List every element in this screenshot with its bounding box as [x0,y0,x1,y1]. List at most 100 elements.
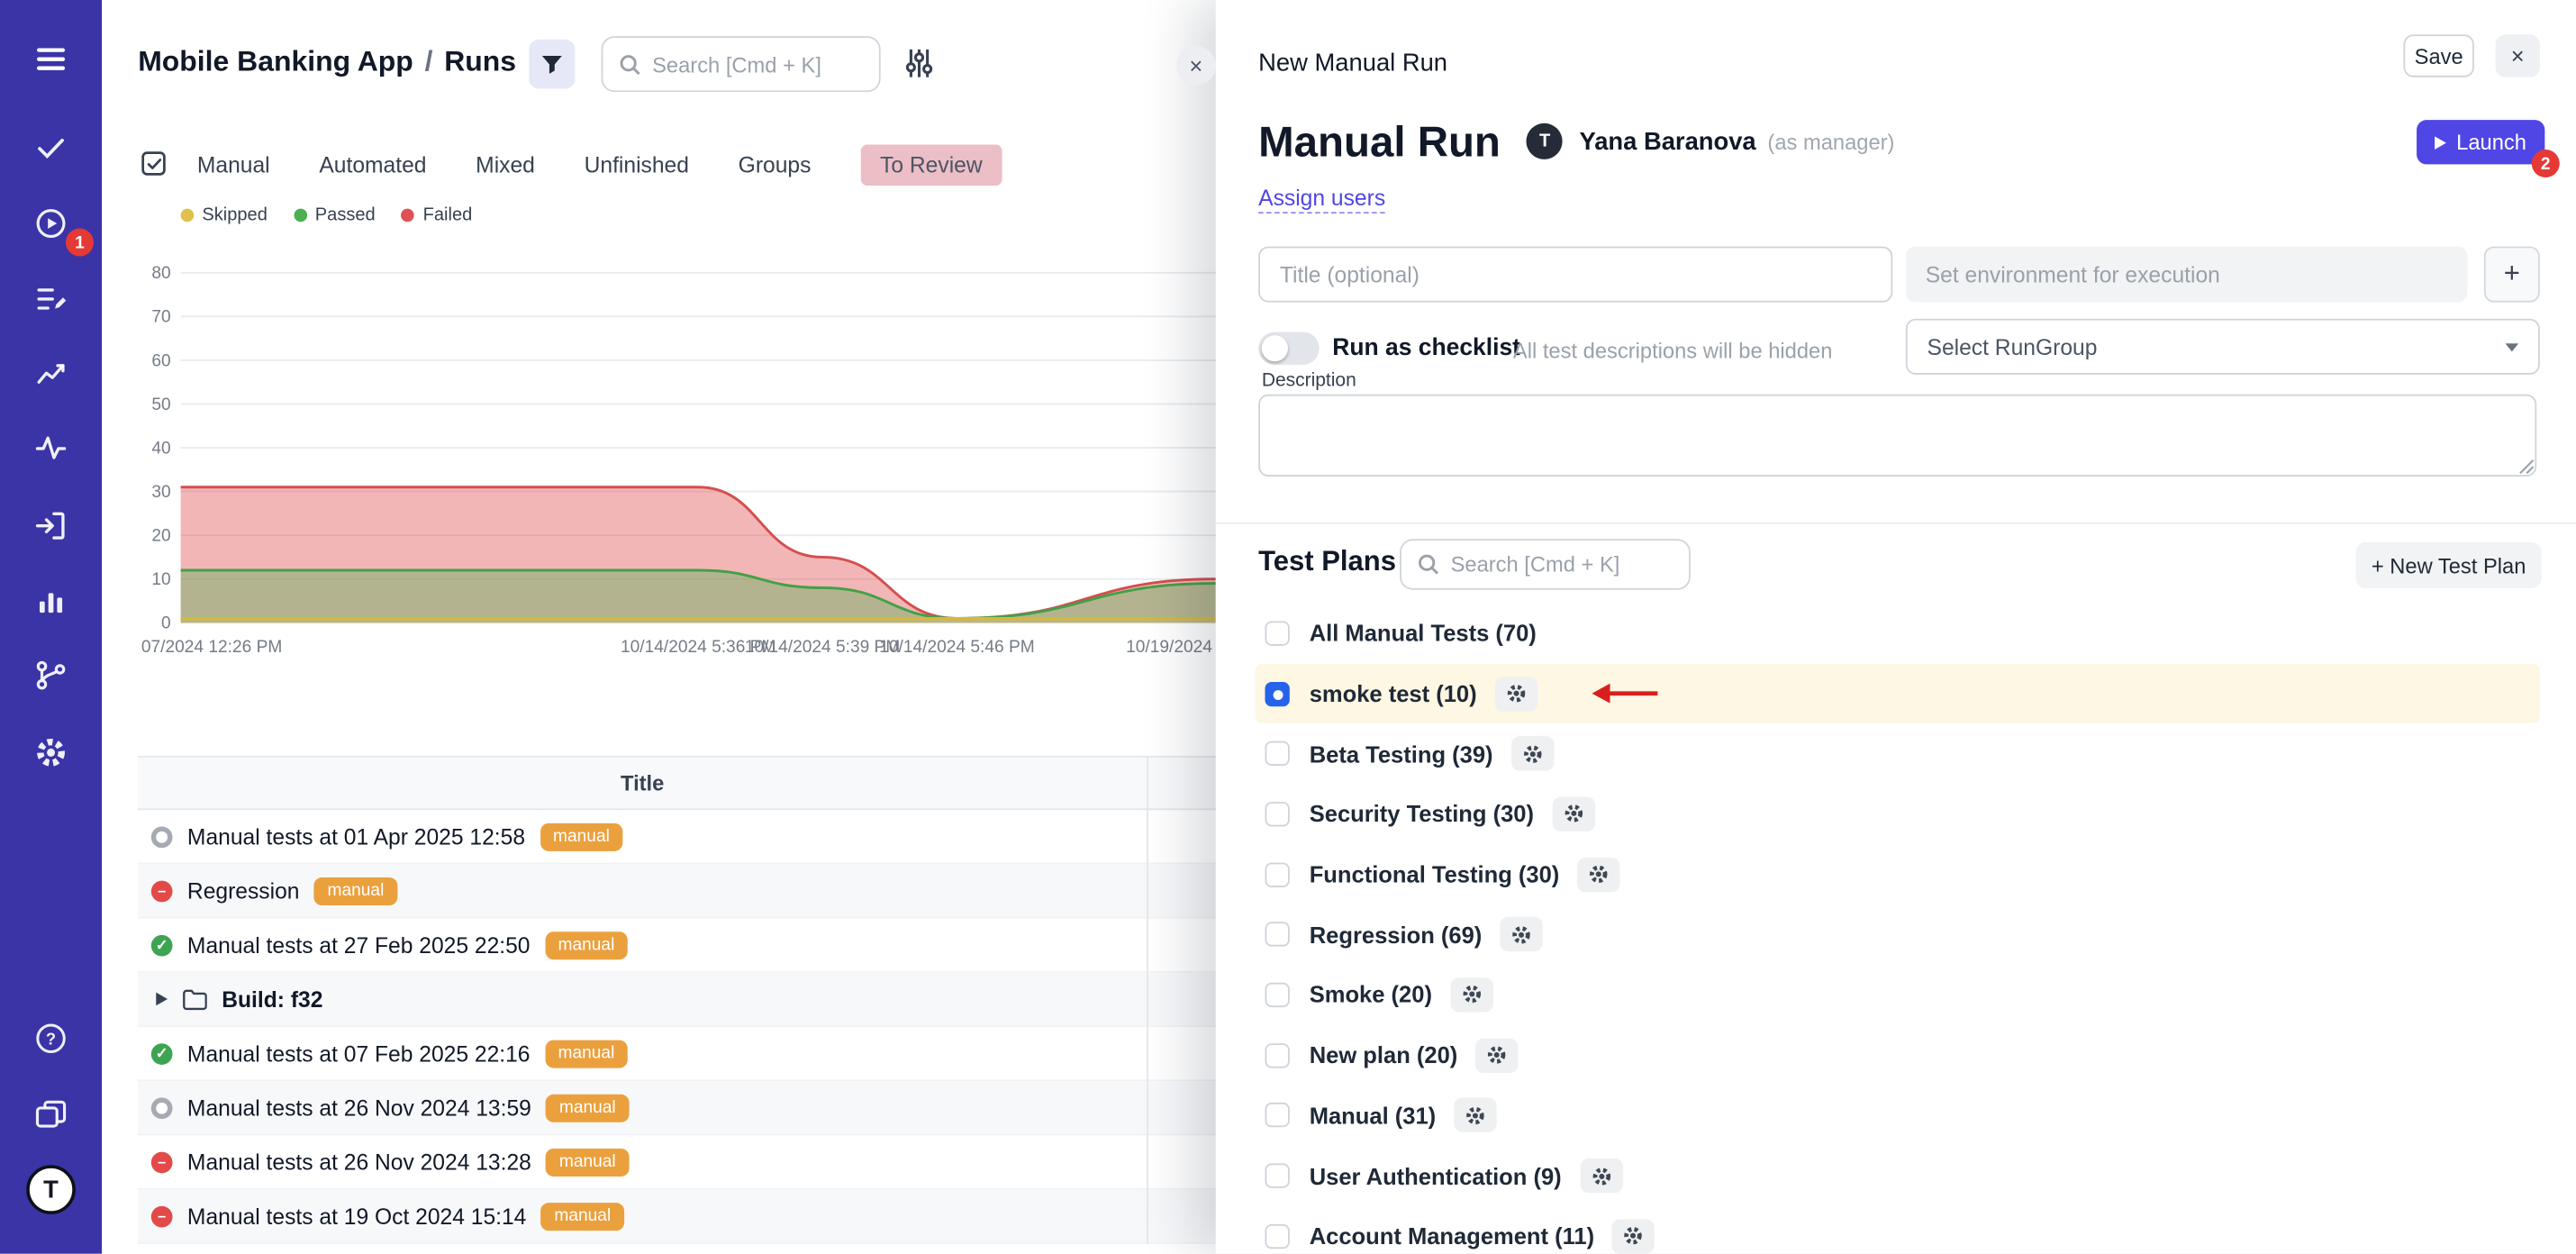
new-test-plan-button[interactable]: + New Test Plan [2356,542,2542,588]
test-plan-label[interactable]: Manual (31) [1310,1103,1436,1129]
runs-panel-close-button[interactable]: × [1176,46,1216,86]
run-title[interactable]: Manual tests at 07 Feb 2025 22:16 [187,1040,531,1065]
test-plan-settings-button[interactable] [1454,1098,1496,1132]
run-title[interactable]: Manual tests at 27 Feb 2025 22:50 [187,932,531,957]
reports-icon[interactable] [0,584,102,620]
test-plan-row[interactable]: Regression (69) [1256,904,2540,965]
menu-icon[interactable] [0,41,102,77]
stats-icon[interactable] [0,357,102,393]
save-button[interactable]: Save [2403,34,2473,77]
run-title[interactable]: Manual tests at 26 Nov 2024 13:59 [187,1095,531,1120]
test-plan-checkbox[interactable] [1265,741,1289,766]
test-plan-settings-button[interactable] [1475,1038,1518,1072]
test-plan-checkbox[interactable] [1265,862,1289,886]
test-plan-row[interactable]: Security Testing (30) [1256,784,2540,844]
run-title[interactable]: Manual tests at 19 Oct 2024 15:14 [187,1204,526,1228]
title-input[interactable] [1258,247,1892,303]
runs-icon[interactable] [0,281,102,317]
test-plan-settings-button[interactable] [1612,1219,1655,1253]
tab-manual[interactable]: Manual [197,153,270,177]
run-row[interactable]: Manual tests at 26 Nov 2024 13:59manual [138,1081,1258,1135]
test-plan-checkbox[interactable] [1265,1104,1289,1128]
test-plan-row[interactable]: Account Management (11) [1256,1206,2540,1254]
run-row[interactable]: Manual tests at 01 Apr 2025 12:58manual [138,810,1258,864]
tab-groups[interactable]: Groups [739,153,812,177]
test-plan-checkbox[interactable] [1265,1163,1289,1187]
test-plans-search-input[interactable] [1451,552,1664,577]
breadcrumb-project[interactable]: Mobile Banking App [138,44,413,77]
run-row[interactable]: –Manual tests at 26 Nov 2024 13:28manual [138,1135,1258,1189]
test-plan-row[interactable]: All Manual Tests (70) [1256,603,2540,663]
run-row[interactable]: –Manual tests at 19 Oct 2024 15:14manual [138,1190,1258,1244]
git-branch-icon[interactable] [0,658,102,694]
test-plan-label[interactable]: Beta Testing (39) [1310,741,1493,767]
tab-unfinished[interactable]: Unfinished [585,153,689,177]
run-title[interactable]: Manual tests at 01 Apr 2025 12:58 [187,824,525,849]
run-row[interactable]: ✓Manual tests at 27 Feb 2025 22:50manual [138,919,1258,973]
test-plan-label[interactable]: All Manual Tests (70) [1310,620,1537,646]
close-button[interactable]: × [2496,34,2540,77]
tab-automated[interactable]: Automated [319,153,426,177]
run-group-row[interactable]: Build: f32 [138,973,1258,1027]
test-plan-checkbox[interactable] [1265,1043,1289,1068]
projects-icon[interactable] [0,1096,102,1132]
test-plan-settings-button[interactable] [1577,857,1619,891]
test-plans-search[interactable] [1400,539,1691,590]
test-plan-row[interactable]: Manual (31) [1256,1086,2540,1146]
select-runs-icon[interactable] [141,151,168,186]
settings-icon[interactable] [0,734,102,770]
test-plan-settings-button[interactable] [1450,977,1492,1012]
sidebar-avatar[interactable]: T [26,1165,76,1214]
run-title[interactable]: Regression [187,878,300,903]
check-icon[interactable] [0,130,102,166]
environment-input[interactable] [1906,247,2468,303]
runs-search[interactable] [602,36,881,92]
test-plan-row[interactable]: New plan (20) [1256,1025,2540,1086]
activity-icon[interactable] [0,431,102,467]
test-plan-settings-button[interactable] [1500,917,1542,951]
test-plan-row[interactable]: Beta Testing (39) [1256,723,2540,784]
test-plan-settings-button[interactable] [1511,737,1554,771]
run-group-title[interactable]: Build: f32 [222,986,322,1011]
test-plan-label[interactable]: User Authentication (9) [1310,1163,1562,1189]
test-plan-checkbox[interactable] [1265,802,1289,826]
test-plan-row[interactable]: smoke test (10) [1256,663,2540,723]
sign-in-icon[interactable] [0,508,102,544]
test-plan-row[interactable]: Functional Testing (30) [1256,844,2540,904]
test-plan-row[interactable]: Smoke (20) [1256,965,2540,1025]
assign-users-link[interactable]: Assign users [1258,186,1385,214]
test-plan-checkbox[interactable] [1265,681,1289,705]
help-icon[interactable]: ? [0,1021,102,1057]
run-row[interactable]: –Regressionmanual [138,864,1258,918]
runs-search-input[interactable] [652,51,849,76]
launch-button[interactable]: Launch [2417,120,2544,164]
test-plan-label[interactable]: Regression (69) [1310,922,1483,948]
test-plan-label[interactable]: smoke test (10) [1310,680,1477,706]
svg-text:60: 60 [151,351,170,370]
run-title[interactable]: Manual tests at 26 Nov 2024 13:28 [187,1150,531,1174]
filter-settings-button[interactable] [903,50,933,82]
tab-mixed[interactable]: Mixed [476,153,535,177]
svg-text:0: 0 [161,614,171,633]
expand-caret-icon[interactable] [156,993,168,1006]
test-plan-checkbox[interactable] [1265,983,1289,1007]
test-plan-label[interactable]: Smoke (20) [1310,982,1432,1008]
test-plan-label[interactable]: Security Testing (30) [1310,801,1534,827]
filter-button[interactable] [529,40,575,89]
test-plan-checkbox[interactable] [1265,1223,1289,1248]
add-environment-button[interactable]: + [2484,247,2540,303]
test-plan-settings-button[interactable] [1580,1159,1622,1193]
test-plan-checkbox[interactable] [1265,922,1289,947]
tab-to-review[interactable]: To Review [860,145,1002,186]
test-plan-label[interactable]: Functional Testing (30) [1310,861,1560,887]
description-textarea[interactable] [1258,395,2536,477]
test-plan-checkbox[interactable] [1265,621,1289,645]
test-plan-row[interactable]: User Authentication (9) [1256,1146,2540,1206]
test-plan-label[interactable]: New plan (20) [1310,1042,1458,1068]
run-as-checklist-toggle[interactable] [1258,332,1319,364]
rungroup-select[interactable]: Select RunGroup [1906,319,2540,375]
test-plan-settings-button[interactable] [1495,677,1537,711]
test-plan-label[interactable]: Account Management (11) [1310,1222,1594,1249]
run-row[interactable]: ✓Manual tests at 07 Feb 2025 22:16manual [138,1027,1258,1081]
test-plan-settings-button[interactable] [1552,796,1594,831]
